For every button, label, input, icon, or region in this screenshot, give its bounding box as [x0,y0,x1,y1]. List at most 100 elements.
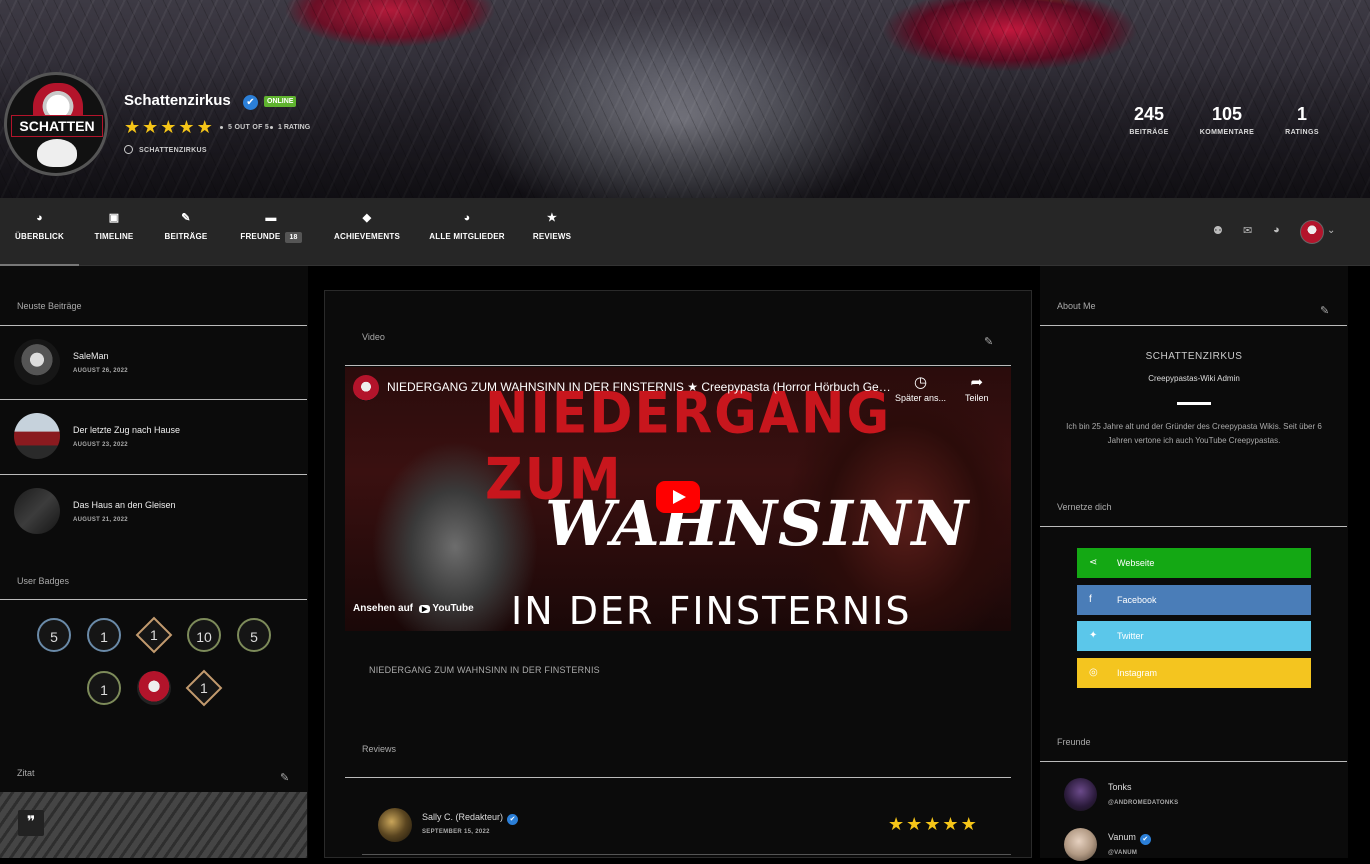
user-badge[interactable]: 1 [87,671,121,705]
tab-achievements[interactable]: ◆ ACHIEVEMENTS [330,198,404,266]
channel-avatar[interactable] [353,375,379,401]
friend-name: Tonks [1108,782,1132,792]
globe-icon[interactable]: ◕ [1273,224,1280,236]
profile-name: Schattenzirkus [124,92,231,109]
handshake-icon: ▬ [265,212,277,224]
star-icon: ★ [888,814,905,834]
divider [362,854,1011,855]
mail-icon[interactable]: ✉ [1243,224,1252,237]
divider [1040,761,1347,762]
post-date: AUGUST 23, 2022 [73,442,128,448]
user-menu-avatar[interactable] [1300,220,1324,244]
post-item[interactable]: Der letzte Zug nach Hause AUGUST 23, 202… [14,413,304,463]
thumbnail-text: WAHNSINN [545,487,970,560]
post-title: SaleMan [73,351,109,361]
id-card-icon: ▣ [108,212,120,224]
divider [0,325,307,326]
friend-handle: @ANDROMEDATONKS [1108,800,1179,806]
friends-count-badge: 18 [285,232,302,243]
youtube-video-embed[interactable]: NIEDERGANG ZUM WAHNSINN IN DER FINSTERNI… [345,367,1011,631]
tab-ueberblick[interactable]: ◕ ÜBERBLICK [0,198,79,266]
review-date: SEPTEMBER 15, 2022 [422,829,490,835]
friend-avatar [1064,778,1097,811]
tab-timeline[interactable]: ▣ TIMELINE [86,198,142,266]
edit-icon[interactable]: ✎ [280,771,289,784]
post-date: AUGUST 26, 2022 [73,368,128,374]
section-title-video: Video [362,332,385,342]
friend-item[interactable]: Vanum ✔ @VANUM [1064,828,1324,864]
star-icon: ★ [960,814,977,834]
post-date: AUGUST 21, 2022 [73,517,128,523]
chevron-down-icon[interactable]: ⌄ [1327,225,1335,236]
divider [345,365,1011,366]
social-webseite-button[interactable]: ⋖ Webseite [1077,548,1311,578]
star-icon: ★ [924,814,941,834]
separator-dot [270,126,273,129]
instagram-icon: ◎ [1089,667,1098,678]
star-icon: ★ [160,117,177,137]
social-instagram-button[interactable]: ◎ Instagram [1077,658,1311,688]
post-item[interactable]: Das Haus an den Gleisen AUGUST 21, 2022 [14,488,304,538]
share-icon: ⋖ [1089,557,1098,568]
tab-reviews[interactable]: ★ REVIEWS [528,198,576,266]
edit-icon[interactable]: ✎ [1320,304,1329,317]
star-icon: ★ [142,117,159,137]
friend-item[interactable]: Tonks @ANDROMEDATONKS [1064,778,1324,814]
rating-text: 5 OUT OF 5 [228,124,270,131]
tab-alle-mitglieder[interactable]: ◕ ALLE MITGLIEDER [426,198,508,266]
edit-icon[interactable]: ✎ [984,335,993,348]
user-badge[interactable]: 1 [87,618,121,652]
section-title-reviews: Reviews [362,744,397,754]
share-button[interactable]: ➦ Teilen [965,373,989,403]
star-icon: ★ [546,212,558,224]
avatar-logo-text: SCHATTEN [11,115,103,137]
stat-beitraege[interactable]: 245 BEITRÄGE [1124,104,1174,136]
stat-ratings[interactable]: 1 RATINGS [1280,104,1324,136]
divider [0,399,307,400]
quote-icon: ❞ [18,810,44,836]
profile-avatar[interactable]: SCHATTEN [4,72,108,176]
social-facebook-button[interactable]: f Facebook [1077,585,1311,615]
star-icon: ★ [196,117,213,137]
stat-kommentare[interactable]: 105 KOMMENTARE [1196,104,1258,136]
star-icon: ★ [178,117,195,137]
reviewer-avatar[interactable] [378,808,412,842]
friend-name: Vanum ✔ [1108,832,1151,845]
tab-beitraege[interactable]: ✎ BEITRÄGE [158,198,214,266]
post-item[interactable]: SaleMan AUGUST 26, 2022 [14,339,304,389]
post-thumbnail [14,339,60,385]
review-stars: ★ ★ ★ ★ ★ [888,815,977,833]
section-title-quote: Zitat [17,768,35,778]
user-badge[interactable]: 5 [37,618,71,652]
friend-avatar [1064,828,1097,861]
profile-handle: SCHATTENZIRKUS [124,145,207,154]
video-title[interactable]: NIEDERGANG ZUM WAHNSINN IN DER FINSTERNI… [387,380,892,394]
groups-icon[interactable]: ⚉ [1213,224,1223,237]
video-caption: NIEDERGANG ZUM WAHNSINN IN DER FINSTERNI… [369,665,600,675]
social-twitter-button[interactable]: ✦ Twitter [1077,621,1311,651]
facebook-icon: f [1089,594,1092,605]
divider [0,474,307,475]
rating-count: 1 RATING [278,124,311,131]
section-title-posts: Neuste Beiträge [17,301,82,311]
about-text: Ich bin 25 Jahre alt und der Gründer des… [1066,422,1322,445]
tab-freunde[interactable]: ▬ FREUNDE 18 [232,198,310,266]
star-icon: ★ [942,814,959,834]
clown-badge-icon[interactable] [137,671,171,705]
section-title-badges: User Badges [17,576,70,586]
about-role: Creepypastas-Wiki Admin [1148,374,1240,383]
reviewer-name[interactable]: Sally C. (Redakteur) ✔ [422,812,519,825]
post-thumbnail [14,488,60,534]
divider [0,599,307,600]
star-icon: ★ [124,117,141,137]
youtube-logo-icon: ▶ [419,605,431,613]
user-badge[interactable]: 5 [237,618,271,652]
watch-on-youtube[interactable]: Ansehen auf ▶ YouTube [353,603,474,614]
thumbnail-text: IN DER FINSTERNIS [511,589,912,631]
user-badge[interactable]: 10 [187,618,221,652]
online-badge: ONLINE [264,96,297,107]
pencil-icon: ✎ [181,212,191,224]
clock-icon: ◷ [913,374,928,391]
play-button[interactable] [656,481,700,513]
watch-later-button[interactable]: ◷ Später ans... [895,373,946,403]
